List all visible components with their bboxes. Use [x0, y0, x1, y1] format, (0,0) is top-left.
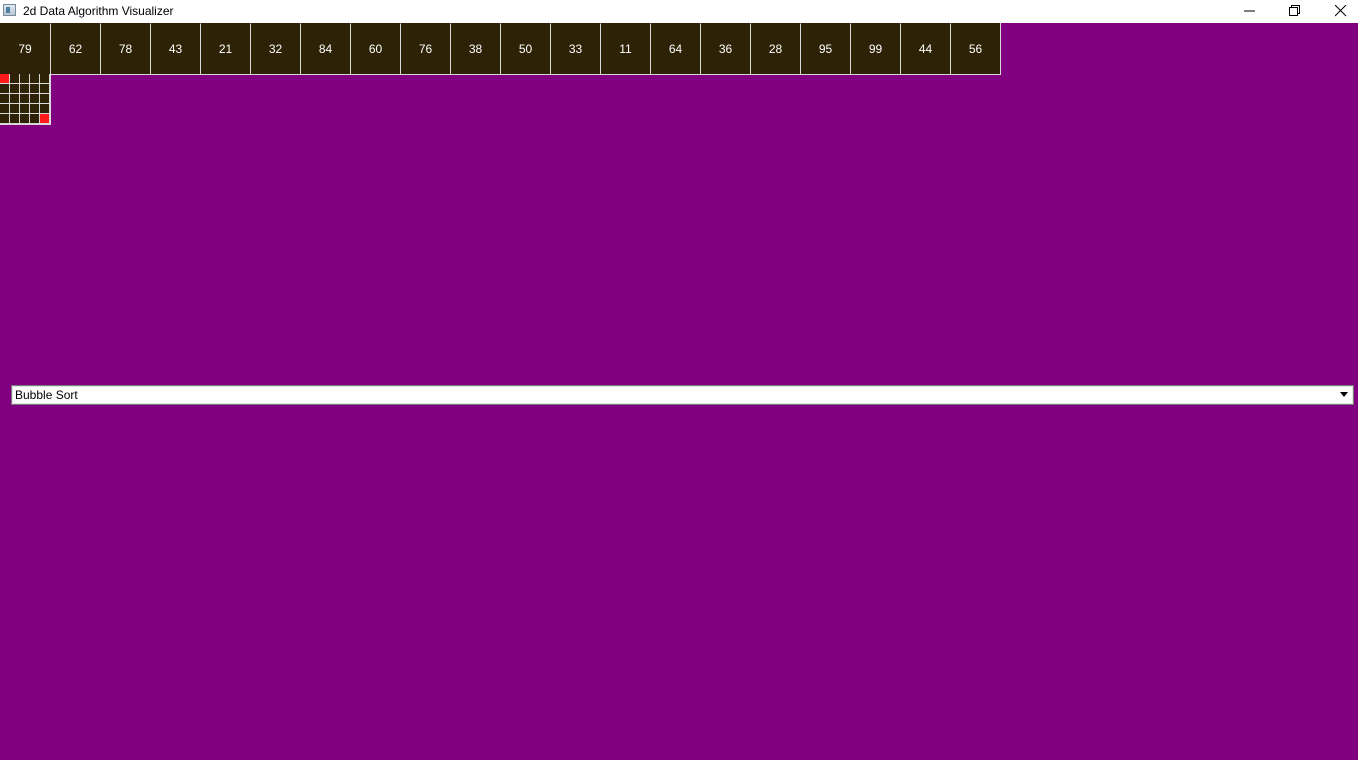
chevron-down-icon	[1340, 392, 1348, 397]
grid-cell	[30, 94, 40, 104]
grid-cell	[30, 114, 40, 124]
minimize-icon	[1244, 10, 1255, 12]
app-window-icon	[3, 4, 16, 16]
close-button[interactable]	[1318, 0, 1358, 23]
grid-cell	[20, 104, 30, 114]
grid-cell	[10, 104, 20, 114]
grid-cell	[20, 94, 30, 104]
title-bar: 2d Data Algorithm Visualizer	[0, 0, 1358, 23]
grid-cell	[30, 74, 40, 84]
grid-cell	[10, 74, 20, 84]
array-cell: 62	[50, 23, 100, 74]
array-row: 79 62 78 43 21 32 84 60 76 38 50 33 11 64 36 28 95 99 44 56	[0, 23, 1001, 75]
restore-icon	[1289, 5, 1300, 16]
grid-cell	[10, 84, 20, 94]
window-title: 2d Data Algorithm Visualizer	[23, 4, 174, 18]
grid-cell	[40, 104, 50, 114]
array-cell: 64	[650, 23, 700, 74]
grid-cell-highlighted	[40, 114, 50, 124]
dropdown-button[interactable]	[1336, 387, 1352, 403]
array-cell: 36	[700, 23, 750, 74]
array-cell: 84	[300, 23, 350, 74]
grid-cell-highlighted	[0, 74, 10, 84]
minimize-button[interactable]	[1227, 0, 1273, 23]
algorithm-select[interactable]: Bubble Sort	[11, 385, 1354, 405]
grid-cell	[10, 114, 20, 124]
array-cell: 99	[850, 23, 900, 74]
grid-cell	[0, 94, 10, 104]
grid-cell	[30, 104, 40, 114]
grid-cell	[20, 114, 30, 124]
array-cell: 44	[900, 23, 950, 74]
array-cell: 21	[200, 23, 250, 74]
algorithm-select-value: Bubble Sort	[15, 388, 78, 402]
grid-cell	[40, 84, 50, 94]
grid-cell	[0, 104, 10, 114]
array-cell: 43	[150, 23, 200, 74]
grid-cell	[20, 74, 30, 84]
restore-button[interactable]	[1272, 0, 1318, 23]
grid-cell	[20, 84, 30, 94]
array-cell: 50	[500, 23, 550, 74]
array-cell: 78	[100, 23, 150, 74]
array-cell: 32	[250, 23, 300, 74]
close-icon	[1335, 5, 1347, 17]
array-cell: 76	[400, 23, 450, 74]
array-cell: 38	[450, 23, 500, 74]
array-cell: 79	[0, 23, 50, 74]
array-cell: 60	[350, 23, 400, 74]
grid-cell	[10, 94, 20, 104]
grid-cell	[40, 94, 50, 104]
data-grid	[0, 74, 51, 125]
grid-cell	[0, 84, 10, 94]
array-cell: 56	[950, 23, 1000, 74]
visualizer-canvas: 79 62 78 43 21 32 84 60 76 38 50 33 11 64 36 28 95 99 44 56…	[0, 23, 1358, 760]
grid-cell	[0, 114, 10, 124]
array-cell: 28	[750, 23, 800, 74]
array-cell: 95	[800, 23, 850, 74]
array-cell: 33	[550, 23, 600, 74]
grid-cell	[30, 84, 40, 94]
array-cell: 11	[600, 23, 650, 74]
grid-cell	[40, 74, 50, 84]
